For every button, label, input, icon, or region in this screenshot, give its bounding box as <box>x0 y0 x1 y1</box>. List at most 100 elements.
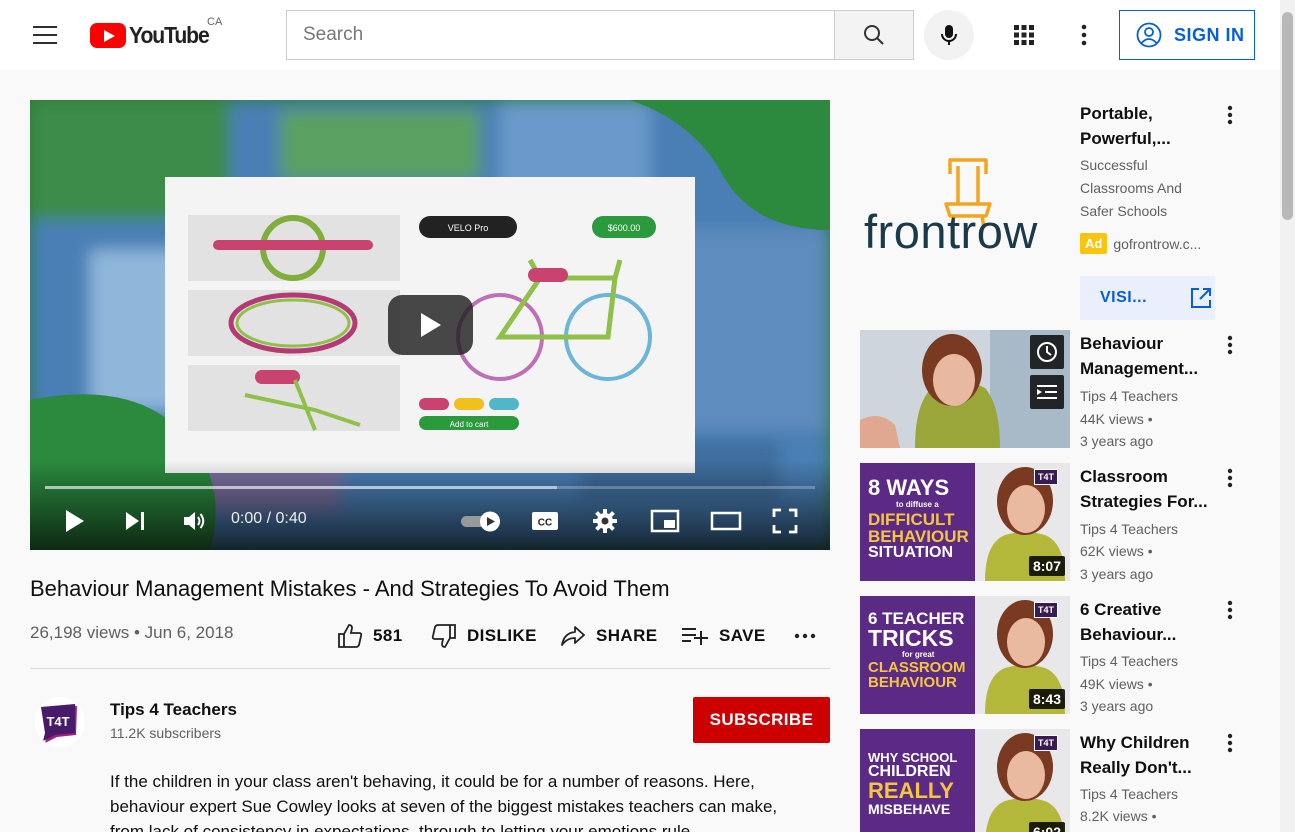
dislike-button[interactable]: DISLIKE <box>431 620 537 652</box>
related-age: 3 years ago <box>1080 698 1154 714</box>
open-external-icon <box>1191 288 1212 308</box>
large-play-button[interactable] <box>388 295 473 355</box>
ad-title[interactable]: Portable, Powerful,... <box>1080 101 1210 151</box>
dislike-label: DISLIKE <box>467 626 537 645</box>
share-icon <box>561 626 585 646</box>
thumbs-up-icon <box>338 624 363 648</box>
ad-thumbnail[interactable]: frontrow <box>860 100 1070 315</box>
add-to-queue-icon <box>1037 385 1057 399</box>
channel-name[interactable]: Tips 4 Teachers <box>110 700 237 720</box>
related-menu-button[interactable] <box>1220 598 1240 622</box>
voice-search-button[interactable] <box>924 10 974 60</box>
miniplayer-button[interactable] <box>650 504 680 538</box>
ad-description: Successful Classrooms And Safer Schools <box>1080 157 1182 219</box>
play-button[interactable] <box>60 504 90 538</box>
fullscreen-icon <box>772 508 798 534</box>
related-title[interactable]: Behaviour Management... <box>1080 331 1210 381</box>
related-views: 8.2K views • <box>1080 808 1157 824</box>
ad-brand: frontrow <box>864 205 1038 258</box>
subtitles-button[interactable]: CC <box>530 504 560 538</box>
skip-next-icon <box>126 512 144 530</box>
more-actions-button[interactable] <box>793 620 817 652</box>
more-vert-icon <box>1227 468 1233 488</box>
t4t-badge: T4T <box>1033 469 1058 485</box>
add-to-queue-button[interactable] <box>1030 375 1064 409</box>
related-channel[interactable]: Tips 4 Teachers <box>1080 786 1178 802</box>
video-duration: 8:07 <box>1028 556 1065 576</box>
scene-price: $600.00 <box>608 223 641 233</box>
related-title[interactable]: 6 Creative Behaviour... <box>1080 597 1210 647</box>
apps-button[interactable] <box>1008 18 1040 52</box>
more-vert-icon <box>1227 600 1233 620</box>
related-age: 3 years ago <box>1080 566 1154 582</box>
autoplay-toggle[interactable] <box>458 504 504 538</box>
related-views: 62K views • <box>1080 543 1153 559</box>
share-button[interactable]: SHARE <box>560 620 658 652</box>
menu-icon[interactable] <box>28 20 62 50</box>
related-title[interactable]: Classroom Strategies For... <box>1080 464 1210 514</box>
youtube-logo[interactable]: YouTube <box>90 20 216 50</box>
thumbnail-title-text: WHY SCHOOL CHILDREN REALLY MISBEHAVE <box>868 750 958 817</box>
progress-loaded <box>45 486 558 489</box>
related-views: 49K views • <box>1080 676 1153 692</box>
more-vert-icon <box>1227 105 1233 125</box>
more-vert-icon <box>1227 733 1233 753</box>
avatar-text: T4T <box>46 714 69 729</box>
search-input[interactable] <box>287 11 835 59</box>
related-title[interactable]: Why Children Really Don't... <box>1080 730 1210 780</box>
divider <box>30 668 830 669</box>
related-menu-button[interactable] <box>1220 731 1240 755</box>
ad-badge: Ad <box>1080 233 1108 254</box>
like-count: 581 <box>373 626 403 645</box>
fullscreen-button[interactable] <box>770 504 800 538</box>
thumbs-down-icon <box>431 624 456 648</box>
page-scrollbar[interactable] <box>1280 0 1295 832</box>
sign-in-label: SIGN IN <box>1174 24 1245 45</box>
next-button[interactable] <box>120 504 150 538</box>
related-thumbnail[interactable]: T4T 6 TEACHER TRICKS for great CLASSROOM… <box>860 596 1070 714</box>
watch-later-button[interactable] <box>1030 335 1064 369</box>
share-label: SHARE <box>596 626 658 645</box>
channel-avatar[interactable]: T4T <box>35 697 85 747</box>
clock-icon <box>1037 342 1057 362</box>
theater-mode-button[interactable] <box>710 504 742 538</box>
country-code: CA <box>207 16 223 28</box>
frontrow-logo: frontrow <box>864 158 1038 258</box>
related-menu-button[interactable] <box>1220 466 1240 490</box>
related-thumbnail[interactable] <box>860 330 1070 448</box>
related-channel[interactable]: Tips 4 Teachers <box>1080 388 1178 404</box>
like-button[interactable]: 581 <box>337 620 403 652</box>
autoplay-icon <box>461 511 500 532</box>
visit-site-button[interactable]: VISI... <box>1080 276 1215 320</box>
video-duration: 8:43 <box>1028 689 1065 709</box>
thumbnail-title-text: 8 WAYS to diffuse a DIFFICULT BEHAVIOUR … <box>868 475 969 561</box>
save-button[interactable]: SAVE <box>681 620 766 652</box>
scene-product-name: VELO Pro <box>448 223 489 233</box>
thumbnail-title-text: 6 TEACHER TRICKS for great CLASSROOM BEH… <box>868 609 966 691</box>
gear-icon <box>593 509 617 533</box>
related-channel[interactable]: Tips 4 Teachers <box>1080 653 1178 669</box>
settings-more-button[interactable] <box>1068 18 1100 52</box>
subscribe-button[interactable]: SUBSCRIBE <box>693 697 830 743</box>
search-field[interactable] <box>286 10 835 60</box>
mute-button[interactable] <box>180 504 210 538</box>
related-thumbnail[interactable]: T4T 8 WAYS to diffuse a DIFFICULT BEHAVI… <box>860 463 1070 581</box>
related-channel[interactable]: Tips 4 Teachers <box>1080 521 1178 537</box>
related-thumbnail[interactable]: T4T WHY SCHOOL CHILDREN REALLY MISBEHAVE… <box>860 729 1070 832</box>
related-menu-button[interactable] <box>1220 333 1240 357</box>
scrollbar-thumb[interactable] <box>1282 12 1293 220</box>
related-age: 3 years ago <box>1080 433 1154 449</box>
sign-in-button[interactable]: SIGN IN <box>1119 10 1255 60</box>
search-button[interactable] <box>834 10 914 60</box>
ad-menu-button[interactable] <box>1220 103 1240 127</box>
scene-cart-label: Add to cart <box>450 420 489 429</box>
video-player[interactable]: VELO Pro $600.00 Add to cart 0:00 / 0:40… <box>30 100 830 550</box>
video-description: If the children in your class aren't beh… <box>110 772 778 832</box>
progress-bar[interactable] <box>45 486 815 489</box>
youtube-play-icon <box>90 22 126 48</box>
play-icon <box>66 510 84 532</box>
more-vert-icon <box>1081 24 1087 46</box>
settings-button[interactable] <box>590 504 620 538</box>
apps-grid-icon <box>1014 25 1034 45</box>
t4t-logo: T4T <box>41 704 77 743</box>
